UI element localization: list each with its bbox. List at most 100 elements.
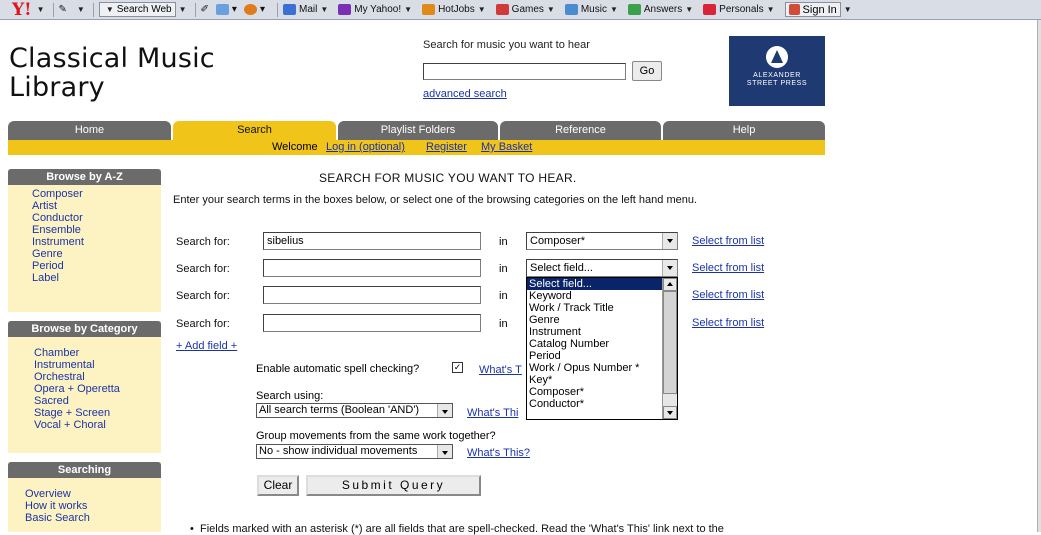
search-for-label: Search for: bbox=[176, 236, 230, 248]
chevron-down-icon[interactable]: ▼ bbox=[77, 5, 85, 14]
toolbar-item-answers[interactable]: Answers ▼ bbox=[627, 4, 696, 15]
sidebar-item-ensemble[interactable]: Ensemble bbox=[32, 224, 161, 236]
sidebar-item-sacred[interactable]: Sacred bbox=[34, 395, 161, 407]
sidebar-item-opera-operetta[interactable]: Opera + Operetta bbox=[34, 383, 161, 395]
window-icon[interactable]: ▾ bbox=[215, 4, 237, 15]
toolbar-item-my-yahoo[interactable]: My Yahoo! ▼ bbox=[338, 4, 415, 15]
toolbar-item-hotjobs[interactable]: HotJobs ▼ bbox=[422, 4, 489, 15]
chevron-down-icon[interactable]: ▼ bbox=[179, 5, 187, 14]
sidebar-item-period[interactable]: Period bbox=[32, 260, 161, 272]
antispy-icon[interactable]: ▾ bbox=[243, 4, 265, 15]
dropdown-option[interactable]: Genre bbox=[527, 314, 677, 326]
sidebar-item-overview[interactable]: Overview bbox=[25, 488, 161, 500]
add-field-link[interactable]: + Add field + bbox=[176, 340, 237, 352]
scroll-up-icon[interactable] bbox=[663, 278, 677, 291]
search-term-input-1[interactable]: sibelius bbox=[263, 232, 481, 250]
group-movements-label: Group movements from the same work toget… bbox=[256, 430, 496, 442]
chevron-down-icon[interactable]: ▼ bbox=[547, 5, 555, 14]
chevron-down-icon[interactable]: ▼ bbox=[404, 5, 412, 14]
field-select-1[interactable]: Composer* bbox=[526, 232, 678, 250]
search-for-label: Search for: bbox=[176, 290, 230, 302]
dropdown-option[interactable]: Key* bbox=[527, 374, 677, 386]
search-term-input-2[interactable] bbox=[263, 259, 481, 277]
dropdown-option[interactable]: Keyword bbox=[527, 290, 677, 302]
pencil-icon[interactable]: ✎ bbox=[59, 4, 67, 15]
go-button[interactable]: Go bbox=[632, 61, 662, 81]
search-term-input-4[interactable] bbox=[263, 314, 481, 332]
chevron-down-icon[interactable]: ▼ bbox=[610, 5, 618, 14]
tab-playlist-folders[interactable]: Playlist Folders bbox=[338, 121, 498, 140]
window-scrollbar[interactable] bbox=[1037, 20, 1041, 532]
sidebar-item-label[interactable]: Label bbox=[32, 272, 161, 284]
scroll-down-icon[interactable] bbox=[663, 406, 677, 419]
dropdown-option[interactable]: Composer* bbox=[527, 386, 677, 398]
yahoo-logo[interactable]: Y! bbox=[12, 1, 32, 18]
clear-button[interactable]: Clear bbox=[257, 475, 299, 496]
submit-query-button[interactable]: Submit Query bbox=[306, 475, 481, 496]
select-from-list-link-2[interactable]: Select from list bbox=[692, 262, 764, 274]
sidebar-item-how-it-works[interactable]: How it works bbox=[25, 500, 161, 512]
sidebar-heading: Searching bbox=[8, 462, 161, 478]
tab-help[interactable]: Help bbox=[663, 121, 825, 140]
sidebar-item-basic-search[interactable]: Basic Search bbox=[25, 512, 161, 524]
whats-this-link-using[interactable]: What's Thi bbox=[467, 407, 518, 419]
chevron-down-icon[interactable] bbox=[437, 404, 452, 417]
chevron-down-icon[interactable]: ▼ bbox=[844, 5, 852, 14]
toolbar-item-music[interactable]: Music ▼ bbox=[564, 4, 621, 15]
dropdown-option[interactable]: Select field... bbox=[527, 278, 662, 290]
tab-reference[interactable]: Reference bbox=[500, 121, 661, 140]
advanced-search-link[interactable]: advanced search bbox=[423, 88, 507, 100]
whats-this-link-group[interactable]: What's This? bbox=[467, 447, 530, 459]
alexander-street-press-logo[interactable]: ALEXANDER STREET PRESS bbox=[729, 36, 825, 106]
spell-check-checkbox[interactable]: ✓ bbox=[452, 362, 463, 373]
dropdown-option[interactable]: Instrument bbox=[527, 326, 677, 338]
group-movements-select[interactable]: No - show individual movements bbox=[256, 444, 453, 459]
chevron-down-icon[interactable]: ▼ bbox=[685, 5, 693, 14]
sidebar-item-chamber[interactable]: Chamber bbox=[34, 347, 161, 359]
dropdown-option[interactable]: Conductor* bbox=[527, 398, 677, 410]
sidebar-item-stage-screen[interactable]: Stage + Screen bbox=[34, 407, 161, 419]
highlight-icon[interactable]: ✐ bbox=[201, 4, 209, 15]
tab-home[interactable]: Home bbox=[8, 121, 171, 140]
dropdown-option[interactable]: Catalog Number bbox=[527, 338, 677, 350]
scroll-thumb[interactable] bbox=[663, 291, 677, 394]
header-search-input[interactable] bbox=[423, 63, 626, 80]
field-dropdown-list[interactable]: Select field... Keyword Work / Track Title… bbox=[526, 277, 678, 420]
toolbar-item-mail[interactable]: Mail ▼ bbox=[282, 4, 331, 15]
select-from-list-link-1[interactable]: Select from list bbox=[692, 235, 764, 247]
sign-in-button[interactable]: Sign In bbox=[784, 2, 841, 17]
whats-this-link-spell[interactable]: What's T bbox=[479, 364, 522, 376]
dropdown-option[interactable]: Work / Track Title bbox=[527, 302, 677, 314]
sidebar-item-composer[interactable]: Composer bbox=[32, 188, 161, 200]
sidebar-item-genre[interactable]: Genre bbox=[32, 248, 161, 260]
tab-search[interactable]: Search bbox=[173, 121, 336, 140]
register-link[interactable]: Register bbox=[426, 140, 467, 155]
sidebar-item-vocal-choral[interactable]: Vocal + Choral bbox=[34, 419, 161, 431]
my-basket-link[interactable]: My Basket bbox=[481, 140, 532, 155]
select-from-list-link-4[interactable]: Select from list bbox=[692, 317, 764, 329]
toolbar-search-web-button[interactable]: ▼ Search Web bbox=[98, 2, 176, 17]
chevron-down-icon[interactable]: ▼ bbox=[37, 5, 45, 14]
search-using-value: All search terms (Boolean 'AND') bbox=[259, 404, 420, 416]
login-link[interactable]: Log in (optional) bbox=[326, 140, 405, 155]
sidebar-item-artist[interactable]: Artist bbox=[32, 200, 161, 212]
chevron-down-icon[interactable]: ▼ bbox=[478, 5, 486, 14]
toolbar-item-personals[interactable]: Personals ▼ bbox=[703, 4, 777, 15]
search-term-input-3[interactable] bbox=[263, 286, 481, 304]
field-select-2[interactable]: Select field... bbox=[526, 259, 678, 277]
dropdown-scrollbar[interactable] bbox=[662, 278, 677, 419]
sidebar-item-instrument[interactable]: Instrument bbox=[32, 236, 161, 248]
chevron-down-icon[interactable] bbox=[437, 445, 452, 458]
dropdown-option[interactable]: Period bbox=[527, 350, 677, 362]
search-using-select[interactable]: All search terms (Boolean 'AND') bbox=[256, 403, 453, 418]
chevron-down-icon[interactable] bbox=[662, 233, 677, 249]
chevron-down-icon[interactable]: ▼ bbox=[320, 5, 328, 14]
chevron-down-icon[interactable] bbox=[662, 260, 677, 276]
chevron-down-icon[interactable]: ▼ bbox=[767, 5, 775, 14]
sidebar-item-orchestral[interactable]: Orchestral bbox=[34, 371, 161, 383]
sidebar-item-conductor[interactable]: Conductor bbox=[32, 212, 161, 224]
toolbar-item-games[interactable]: Games ▼ bbox=[495, 4, 558, 15]
dropdown-option[interactable]: Work / Opus Number * bbox=[527, 362, 677, 374]
sidebar-item-instrumental[interactable]: Instrumental bbox=[34, 359, 161, 371]
select-from-list-link-3[interactable]: Select from list bbox=[692, 289, 764, 301]
